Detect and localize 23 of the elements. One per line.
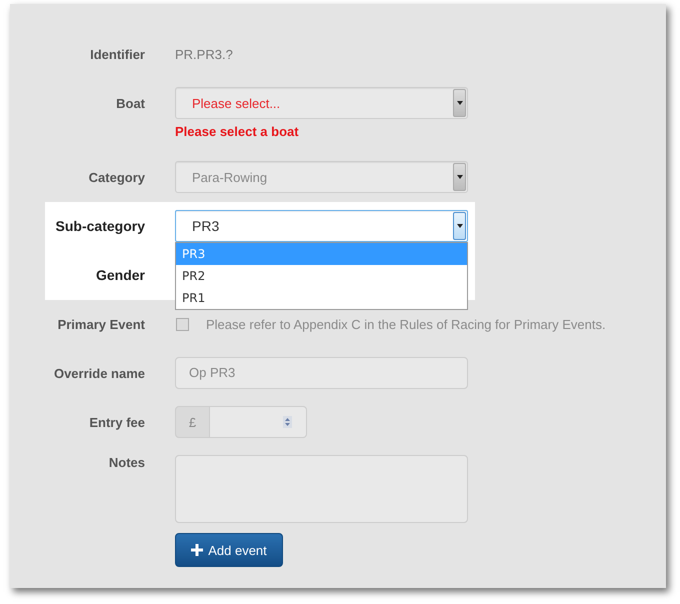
field-label: Category <box>88 169 145 187</box>
select-field[interactable]: PR3 <box>175 210 468 242</box>
number-field[interactable] <box>210 406 307 438</box>
field-label: Boat <box>115 95 145 113</box>
field-value: PR.PR3.? <box>175 46 234 64</box>
field-label: Notes <box>108 454 145 472</box>
checkbox[interactable] <box>176 318 189 331</box>
field-label: Gender <box>94 266 145 285</box>
dropdown-option[interactable]: PR1 <box>176 287 467 309</box>
error-message: Please select a boat <box>175 124 300 139</box>
field-label: Primary Event <box>56 316 145 334</box>
field-label: Sub-category <box>54 217 145 236</box>
currency-addon: £ <box>175 406 210 438</box>
add-event-button[interactable]: Add event <box>175 533 283 567</box>
plus-icon <box>191 544 204 556</box>
dropdown-option[interactable]: PR2 <box>176 265 467 287</box>
notes-field[interactable] <box>175 455 468 523</box>
field-label: Override name <box>52 365 145 383</box>
field-label: Entry fee <box>88 414 145 432</box>
field-label: Identifier <box>89 46 145 64</box>
checkbox-note: Please refer to Appendix C in the Rules of Racing for Primary Events. <box>206 317 606 332</box>
spinner-icon[interactable] <box>283 416 292 428</box>
select-field[interactable]: Please select... <box>175 87 468 119</box>
